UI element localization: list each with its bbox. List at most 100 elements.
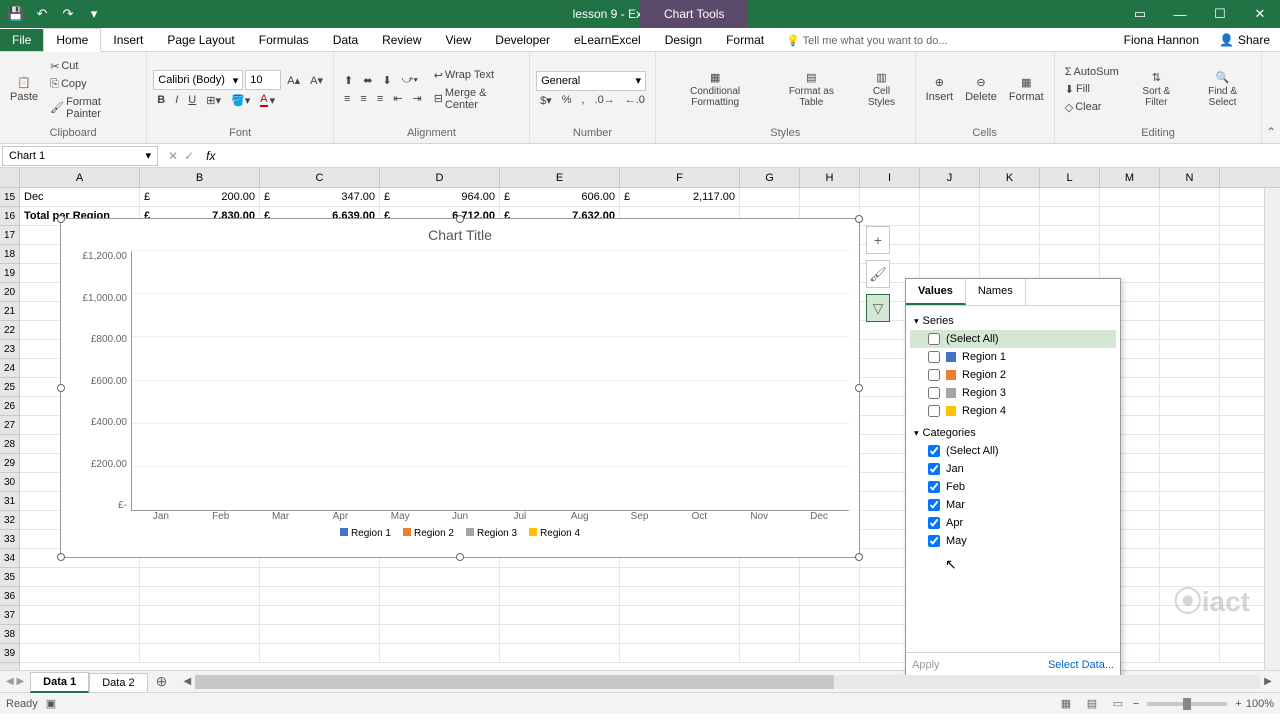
close-icon[interactable]: ✕ bbox=[1240, 0, 1280, 28]
cell[interactable] bbox=[1160, 549, 1220, 567]
cell[interactable] bbox=[740, 644, 800, 662]
cell[interactable] bbox=[620, 625, 740, 643]
cell[interactable] bbox=[1100, 188, 1160, 206]
row-header[interactable]: 29 bbox=[0, 454, 19, 473]
collapse-ribbon-icon[interactable]: ⌃ bbox=[1262, 52, 1280, 143]
cell[interactable]: Dec bbox=[20, 188, 140, 206]
cell[interactable] bbox=[800, 188, 860, 206]
row-header[interactable]: 15 bbox=[0, 188, 19, 207]
minimize-icon[interactable]: — bbox=[1160, 0, 1200, 28]
resize-handle[interactable] bbox=[57, 553, 65, 561]
scroll-right-icon[interactable]: ▶ bbox=[1260, 676, 1276, 687]
tab-view[interactable]: View bbox=[434, 29, 484, 51]
cell[interactable] bbox=[1160, 416, 1220, 434]
cell[interactable] bbox=[500, 625, 620, 643]
cell[interactable] bbox=[980, 245, 1040, 263]
column-header[interactable]: N bbox=[1160, 168, 1220, 187]
cancel-formula-icon[interactable]: ✕ bbox=[168, 149, 178, 163]
number-format-select[interactable]: General▾ bbox=[536, 71, 646, 91]
decrease-decimal-icon[interactable]: ←.0 bbox=[621, 92, 649, 109]
merge-center-button[interactable]: ⊟Merge & Center bbox=[430, 85, 523, 113]
formula-input[interactable] bbox=[219, 146, 1280, 166]
sort-filter-button[interactable]: ⇅Sort & Filter bbox=[1127, 57, 1186, 123]
checkbox[interactable] bbox=[928, 369, 940, 381]
cell[interactable] bbox=[920, 207, 980, 225]
cell[interactable] bbox=[800, 568, 860, 586]
cell[interactable] bbox=[260, 606, 380, 624]
fx-icon[interactable]: fx bbox=[202, 149, 219, 163]
column-header[interactable]: A bbox=[20, 168, 140, 187]
macro-record-icon[interactable]: ▣ bbox=[46, 697, 56, 710]
scroll-left-icon[interactable]: ◀ bbox=[179, 676, 195, 687]
cell[interactable] bbox=[1100, 207, 1160, 225]
cell[interactable]: 606.00 bbox=[500, 188, 620, 206]
filter-series-item[interactable]: Region 1 bbox=[910, 348, 1116, 366]
cell[interactable] bbox=[620, 644, 740, 662]
filter-tab-values[interactable]: Values bbox=[906, 279, 966, 305]
select-all-cell[interactable] bbox=[0, 168, 20, 187]
align-right-icon[interactable]: ≡ bbox=[373, 90, 387, 107]
embedded-chart[interactable]: Chart Title £1,200.00£1,000.00£800.00£60… bbox=[60, 218, 860, 558]
ribbon-options-icon[interactable]: ▭ bbox=[1120, 0, 1160, 28]
cell[interactable] bbox=[740, 568, 800, 586]
cell[interactable] bbox=[1160, 340, 1220, 358]
tell-me-input[interactable]: Tell me what you want to do... bbox=[776, 30, 1114, 51]
filter-categories-header[interactable]: Categories bbox=[910, 424, 1116, 442]
page-break-view-icon[interactable]: ▭ bbox=[1107, 695, 1129, 713]
add-sheet-button[interactable]: ⊕ bbox=[148, 673, 176, 690]
cell[interactable] bbox=[1040, 207, 1100, 225]
cell[interactable] bbox=[260, 625, 380, 643]
checkbox[interactable] bbox=[928, 333, 940, 345]
legend-item[interactable]: Region 2 bbox=[403, 528, 454, 539]
filter-series-item[interactable]: Region 4 bbox=[910, 402, 1116, 420]
cell[interactable] bbox=[1040, 226, 1100, 244]
qat-customize-icon[interactable]: ▾ bbox=[82, 2, 106, 26]
cell[interactable] bbox=[140, 625, 260, 643]
column-header[interactable]: I bbox=[860, 168, 920, 187]
row-header[interactable]: 30 bbox=[0, 473, 19, 492]
cell[interactable] bbox=[1160, 264, 1220, 282]
increase-decimal-icon[interactable]: .0→ bbox=[591, 92, 619, 109]
cell[interactable] bbox=[740, 188, 800, 206]
chart-styles-button[interactable]: 🖌 bbox=[866, 260, 890, 288]
column-header[interactable]: C bbox=[260, 168, 380, 187]
autosum-button[interactable]: ΣAutoSum bbox=[1061, 64, 1123, 80]
cell[interactable]: 964.00 bbox=[380, 188, 500, 206]
cell[interactable] bbox=[380, 606, 500, 624]
align-center-icon[interactable]: ≡ bbox=[356, 90, 370, 107]
cell[interactable] bbox=[260, 568, 380, 586]
resize-handle[interactable] bbox=[57, 215, 65, 223]
legend-item[interactable]: Region 1 bbox=[340, 528, 391, 539]
cell[interactable] bbox=[20, 587, 140, 605]
filter-category-item[interactable]: May bbox=[910, 532, 1116, 550]
cell[interactable] bbox=[20, 644, 140, 662]
filter-series-select-all[interactable]: (Select All) bbox=[910, 330, 1116, 348]
chart-elements-button[interactable]: + bbox=[866, 226, 890, 254]
row-header[interactable]: 27 bbox=[0, 416, 19, 435]
row-header[interactable]: 33 bbox=[0, 530, 19, 549]
checkbox[interactable] bbox=[928, 351, 940, 363]
checkbox[interactable] bbox=[928, 387, 940, 399]
chart-title[interactable]: Chart Title bbox=[61, 219, 859, 251]
cell[interactable] bbox=[800, 644, 860, 662]
name-box[interactable]: Chart 1▾ bbox=[2, 146, 158, 166]
checkbox[interactable] bbox=[928, 499, 940, 511]
redo-icon[interactable]: ↷ bbox=[56, 2, 80, 26]
orientation-icon[interactable]: ⤻▾ bbox=[398, 72, 422, 89]
vertical-scrollbar[interactable] bbox=[1264, 188, 1280, 670]
cell[interactable] bbox=[620, 568, 740, 586]
border-button[interactable]: ⊞▾ bbox=[202, 91, 225, 109]
user-name[interactable]: Fiona Hannon bbox=[1114, 29, 1209, 51]
cell[interactable] bbox=[740, 625, 800, 643]
format-painter-button[interactable]: 🖌Format Painter bbox=[46, 94, 140, 122]
filter-categories-select-all[interactable]: (Select All) bbox=[910, 442, 1116, 460]
checkbox[interactable] bbox=[928, 463, 940, 475]
accounting-format-icon[interactable]: $▾ bbox=[536, 92, 556, 109]
row-header[interactable]: 35 bbox=[0, 568, 19, 587]
cell[interactable] bbox=[1160, 302, 1220, 320]
filter-series-item[interactable]: Region 3 bbox=[910, 384, 1116, 402]
cell[interactable] bbox=[1160, 492, 1220, 510]
undo-icon[interactable]: ↶ bbox=[30, 2, 54, 26]
cell[interactable] bbox=[380, 568, 500, 586]
tab-insert[interactable]: Insert bbox=[101, 29, 155, 51]
